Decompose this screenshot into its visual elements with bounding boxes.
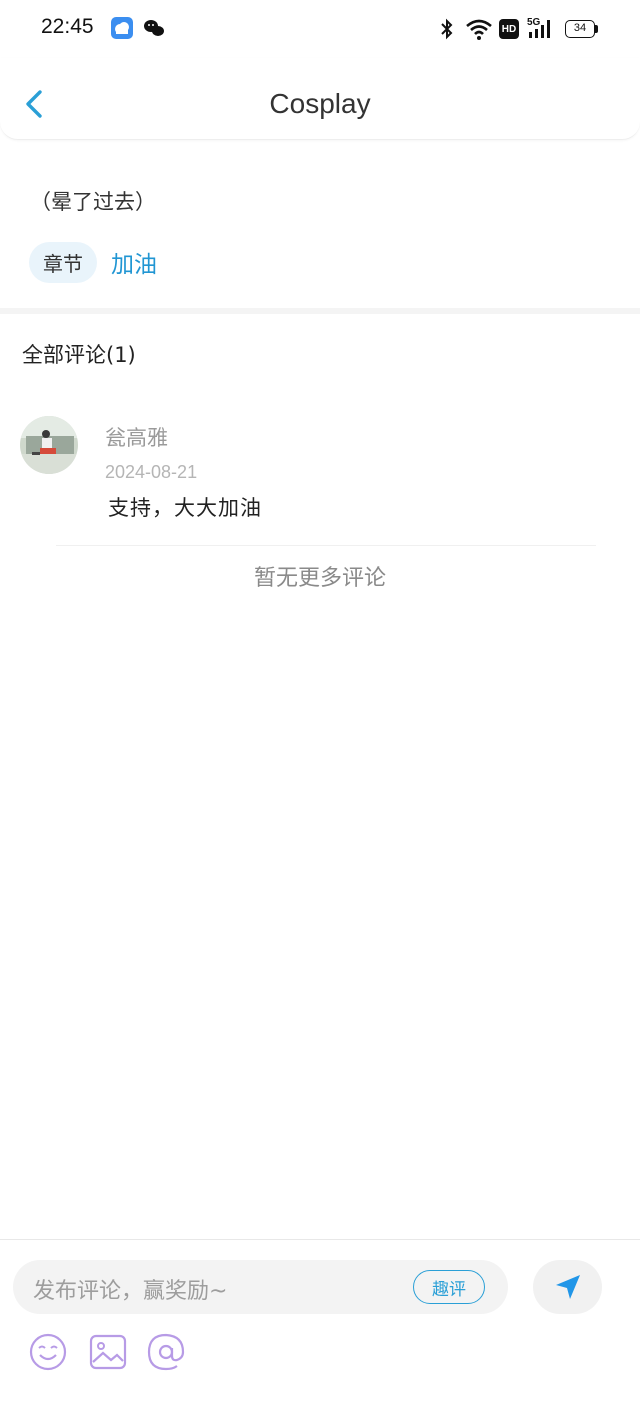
hd-icon: HD <box>499 19 519 39</box>
comment-date: 2024-08-21 <box>105 462 198 482</box>
weather-app-icon <box>111 17 133 39</box>
battery-icon: 34 <box>565 20 599 38</box>
mention-icon[interactable] <box>146 1332 186 1372</box>
no-more-comments: 暂无更多评论 <box>253 566 386 591</box>
section-divider <box>0 308 640 314</box>
send-icon <box>555 1275 580 1299</box>
chapter-tag[interactable]: 章节 <box>29 241 97 283</box>
status-time: 22:45 <box>41 15 94 38</box>
bluetooth-icon <box>441 18 453 40</box>
status-bar: 22:45 HD 5G 34 <box>0 0 640 58</box>
chapter-link[interactable]: 加油 <box>111 245 157 279</box>
5g-signal-icon: 5G <box>527 17 557 41</box>
wechat-icon <box>144 20 164 36</box>
emoji-icon[interactable] <box>28 1332 68 1372</box>
comment-text: 支持，大大加油 <box>108 496 262 520</box>
comment-input[interactable]: 发布评论，赢奖励~ 趣评 <box>13 1260 508 1314</box>
quping-button[interactable]: 趣评 <box>413 1270 485 1304</box>
send-button[interactable] <box>533 1260 602 1314</box>
page-title: Cosplay <box>269 88 371 119</box>
comment-input-placeholder: 发布评论，赢奖励~ <box>33 1279 228 1304</box>
wifi-icon <box>466 19 492 40</box>
comment-author[interactable]: 瓮高雅 <box>105 422 168 452</box>
comments-header: 全部评论(1) <box>22 343 136 367</box>
image-icon[interactable] <box>88 1332 128 1372</box>
chapter-text: （晕了过去） <box>30 190 156 214</box>
battery-level: 34 <box>573 22 587 34</box>
header: Cosplay <box>0 58 640 140</box>
comment-item: 瓮高雅 2024-08-21 支持，大大加油 <box>0 414 640 534</box>
divider <box>56 545 596 546</box>
avatar[interactable] <box>20 416 78 474</box>
chapter-tag-row: 章节 加油 <box>29 241 157 283</box>
comment-composer: 发布评论，赢奖励~ 趣评 <box>0 1239 640 1422</box>
